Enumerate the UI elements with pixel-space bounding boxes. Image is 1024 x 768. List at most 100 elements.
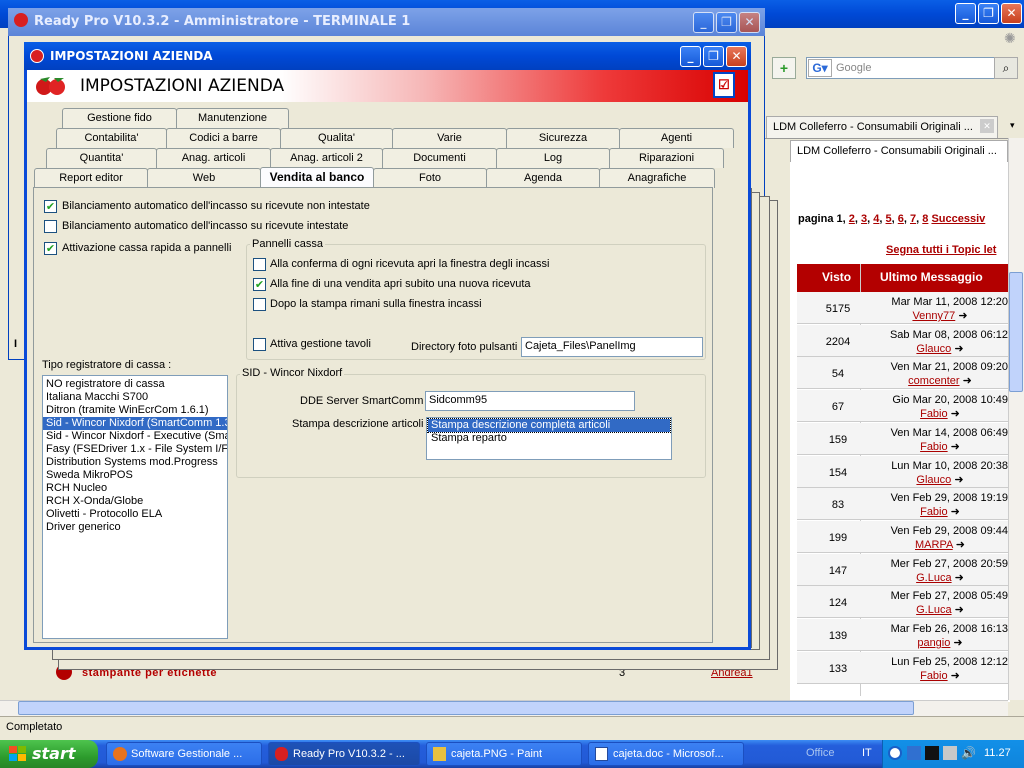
tab-list-icon[interactable]: ▾	[1010, 120, 1015, 131]
goto-post-icon[interactable]: ➜	[955, 310, 967, 322]
office-toolbar-label[interactable]: Office	[806, 747, 835, 759]
page-link[interactable]: 2	[849, 213, 855, 225]
tab-varie[interactable]: Varie	[392, 128, 507, 148]
tab-vendita-al-banco[interactable]: Vendita al banco	[260, 167, 374, 189]
dialog-close-button[interactable]: ✕	[726, 46, 747, 67]
readypro-minimize-button[interactable]: _	[693, 12, 714, 33]
last-message-user[interactable]: Glauco ➜	[866, 342, 1014, 355]
user-link[interactable]: comcenter	[908, 375, 959, 387]
user-link[interactable]: Fabio	[920, 441, 948, 453]
checkbox-bilanciamento-intestate[interactable]	[44, 220, 57, 233]
tray-app-icon[interactable]	[925, 746, 939, 760]
tray-network-icon[interactable]	[907, 746, 921, 760]
list-item[interactable]: Distribution Systems mod.Progress	[43, 456, 227, 469]
goto-post-icon[interactable]: ➜	[948, 670, 960, 682]
tab-agenda[interactable]: Agenda	[486, 168, 600, 188]
dde-server-input[interactable]: Sidcomm95	[425, 391, 635, 411]
mark-all-read-link[interactable]: Segna tutti i Topic let	[886, 244, 996, 256]
list-item[interactable]: Fasy (FSEDriver 1.x - File System I/F)	[43, 443, 227, 456]
tab-documenti[interactable]: Documenti	[382, 148, 497, 168]
tab-foto[interactable]: Foto	[373, 168, 487, 188]
page-link[interactable]: 6	[898, 213, 904, 225]
list-item[interactable]: Sid - Wincor Nixdorf - Executive (Smar	[43, 430, 227, 443]
tab-quantita[interactable]: Quantita'	[46, 148, 157, 168]
tab-anag-articoli-2[interactable]: Anag. articoli 2	[270, 148, 383, 168]
readypro-close-button[interactable]: ✕	[739, 12, 760, 33]
search-engine-icon[interactable]: G▾	[808, 59, 832, 77]
taskbar-item-paint[interactable]: cajeta.PNG - Paint	[426, 742, 582, 766]
last-message-user[interactable]: Glauco ➜	[866, 473, 1014, 486]
last-message-user[interactable]: G.Luca ➜	[866, 571, 1014, 584]
language-indicator[interactable]: IT	[862, 747, 872, 759]
last-message-user[interactable]: G.Luca ➜	[866, 603, 1014, 616]
list-item[interactable]: Ditron (tramite WinEcrCom 1.6.1)	[43, 404, 227, 417]
tray-arrow-icon[interactable]	[888, 746, 902, 760]
user-link[interactable]: pangio	[917, 637, 950, 649]
user-link[interactable]: Fabio	[920, 408, 948, 420]
taskbar-item-word[interactable]: cajeta.doc - Microsof...	[588, 742, 744, 766]
next-page-link[interactable]: Successiv	[931, 213, 985, 225]
last-message-user[interactable]: Fabio ➜	[866, 407, 1014, 420]
tab-anagrafiche[interactable]: Anagrafiche	[599, 168, 715, 188]
checkbox-nuova-ricevuta[interactable]: ✔	[253, 278, 266, 291]
last-message-user[interactable]: MARPA ➜	[866, 538, 1014, 551]
browser-tab-1[interactable]: LDM Colleferro - Consumabili Originali .…	[766, 116, 998, 138]
directory-input[interactable]: Cajeta_Files\PanelImg	[521, 337, 703, 357]
tab-log[interactable]: Log	[496, 148, 610, 168]
checkbox-cassa-rapida[interactable]: ✔	[44, 242, 57, 255]
stampa-descrizione-listbox[interactable]: Stampa descrizione completa articoli Sta…	[426, 417, 672, 460]
last-message-user[interactable]: Venny77 ➜	[866, 309, 1014, 322]
user-link[interactable]: MARPA	[915, 539, 953, 551]
list-item[interactable]: RCH Nucleo	[43, 482, 227, 495]
vertical-scroll-thumb[interactable]	[1009, 272, 1023, 392]
dialog-maximize-button[interactable]: ❐	[703, 46, 724, 67]
list-item[interactable]: Sweda MikroPOS	[43, 469, 227, 482]
tab-web[interactable]: Web	[147, 168, 261, 188]
list-item[interactable]: Driver generico	[43, 521, 227, 534]
tray-volume-icon[interactable]: 🔊	[961, 746, 976, 760]
user-link[interactable]: Venny77	[912, 310, 955, 322]
tab-sicurezza[interactable]: Sicurezza	[506, 128, 620, 148]
user-link[interactable]: Fabio	[920, 506, 948, 518]
goto-post-icon[interactable]: ➜	[953, 539, 965, 551]
last-message-user[interactable]: Fabio ➜	[866, 440, 1014, 453]
browser-maximize-button[interactable]: ❐	[978, 3, 999, 24]
dialog-minimize-button[interactable]: _	[680, 46, 701, 67]
list-item[interactable]: Olivetti - Protocollo ELA	[43, 508, 227, 521]
tab-gestione-fido[interactable]: Gestione fido	[62, 108, 177, 128]
last-message-user[interactable]: comcenter ➜	[866, 374, 1014, 387]
user-link[interactable]: Glauco	[916, 343, 951, 355]
page-link[interactable]: 7	[910, 213, 916, 225]
add-bookmark-icon[interactable]: +	[772, 57, 796, 79]
list-item[interactable]: Sid - Wincor Nixdorf (SmartComm 1.3)	[43, 417, 227, 430]
tab-codici-a-barre[interactable]: Codici a barre	[166, 128, 281, 148]
search-icon[interactable]: ⌕	[994, 57, 1018, 79]
user-link[interactable]: G.Luca	[916, 572, 951, 584]
page-link[interactable]: 4	[873, 213, 879, 225]
page-link[interactable]: 5	[886, 213, 892, 225]
tab-close-icon[interactable]: ✕	[980, 119, 994, 133]
list-item[interactable]: RCH X-Onda/Globe	[43, 495, 227, 508]
tab-anag-articoli[interactable]: Anag. articoli	[156, 148, 271, 168]
goto-post-icon[interactable]: ➜	[951, 474, 963, 486]
tab-agenti[interactable]: Agenti	[619, 128, 734, 148]
goto-post-icon[interactable]: ➜	[951, 343, 963, 355]
goto-post-icon[interactable]: ➜	[952, 604, 964, 616]
browser-minimize-button[interactable]: _	[955, 3, 976, 24]
taskbar-item-readypro[interactable]: Ready Pro V10.3.2 - ...	[268, 742, 420, 766]
checkbox-bilanciamento-non-intestate[interactable]: ✔	[44, 200, 57, 213]
tab-contabilita[interactable]: Contabilita'	[56, 128, 167, 148]
checkbox-rimani-incassi[interactable]	[253, 298, 266, 311]
browser-close-button[interactable]: ✕	[1001, 3, 1022, 24]
user-link[interactable]: G.Luca	[916, 604, 951, 616]
list-item[interactable]: Stampa descrizione completa articoli	[427, 418, 671, 433]
page-link[interactable]: 1	[837, 213, 843, 225]
checkbox-apri-incassi[interactable]	[253, 258, 266, 271]
tab-riparazioni[interactable]: Riparazioni	[609, 148, 724, 168]
list-item[interactable]: Italiana Macchi S700	[43, 391, 227, 404]
tab-manutenzione[interactable]: Manutenzione	[176, 108, 289, 128]
registratore-listbox[interactable]: NO registratore di cassa Italiana Macchi …	[42, 375, 228, 639]
goto-post-icon[interactable]: ➜	[948, 408, 960, 420]
page-link[interactable]: 8	[922, 213, 928, 225]
browser-tab-2[interactable]: LDM Colleferro - Consumabili Originali .…	[790, 140, 1008, 162]
